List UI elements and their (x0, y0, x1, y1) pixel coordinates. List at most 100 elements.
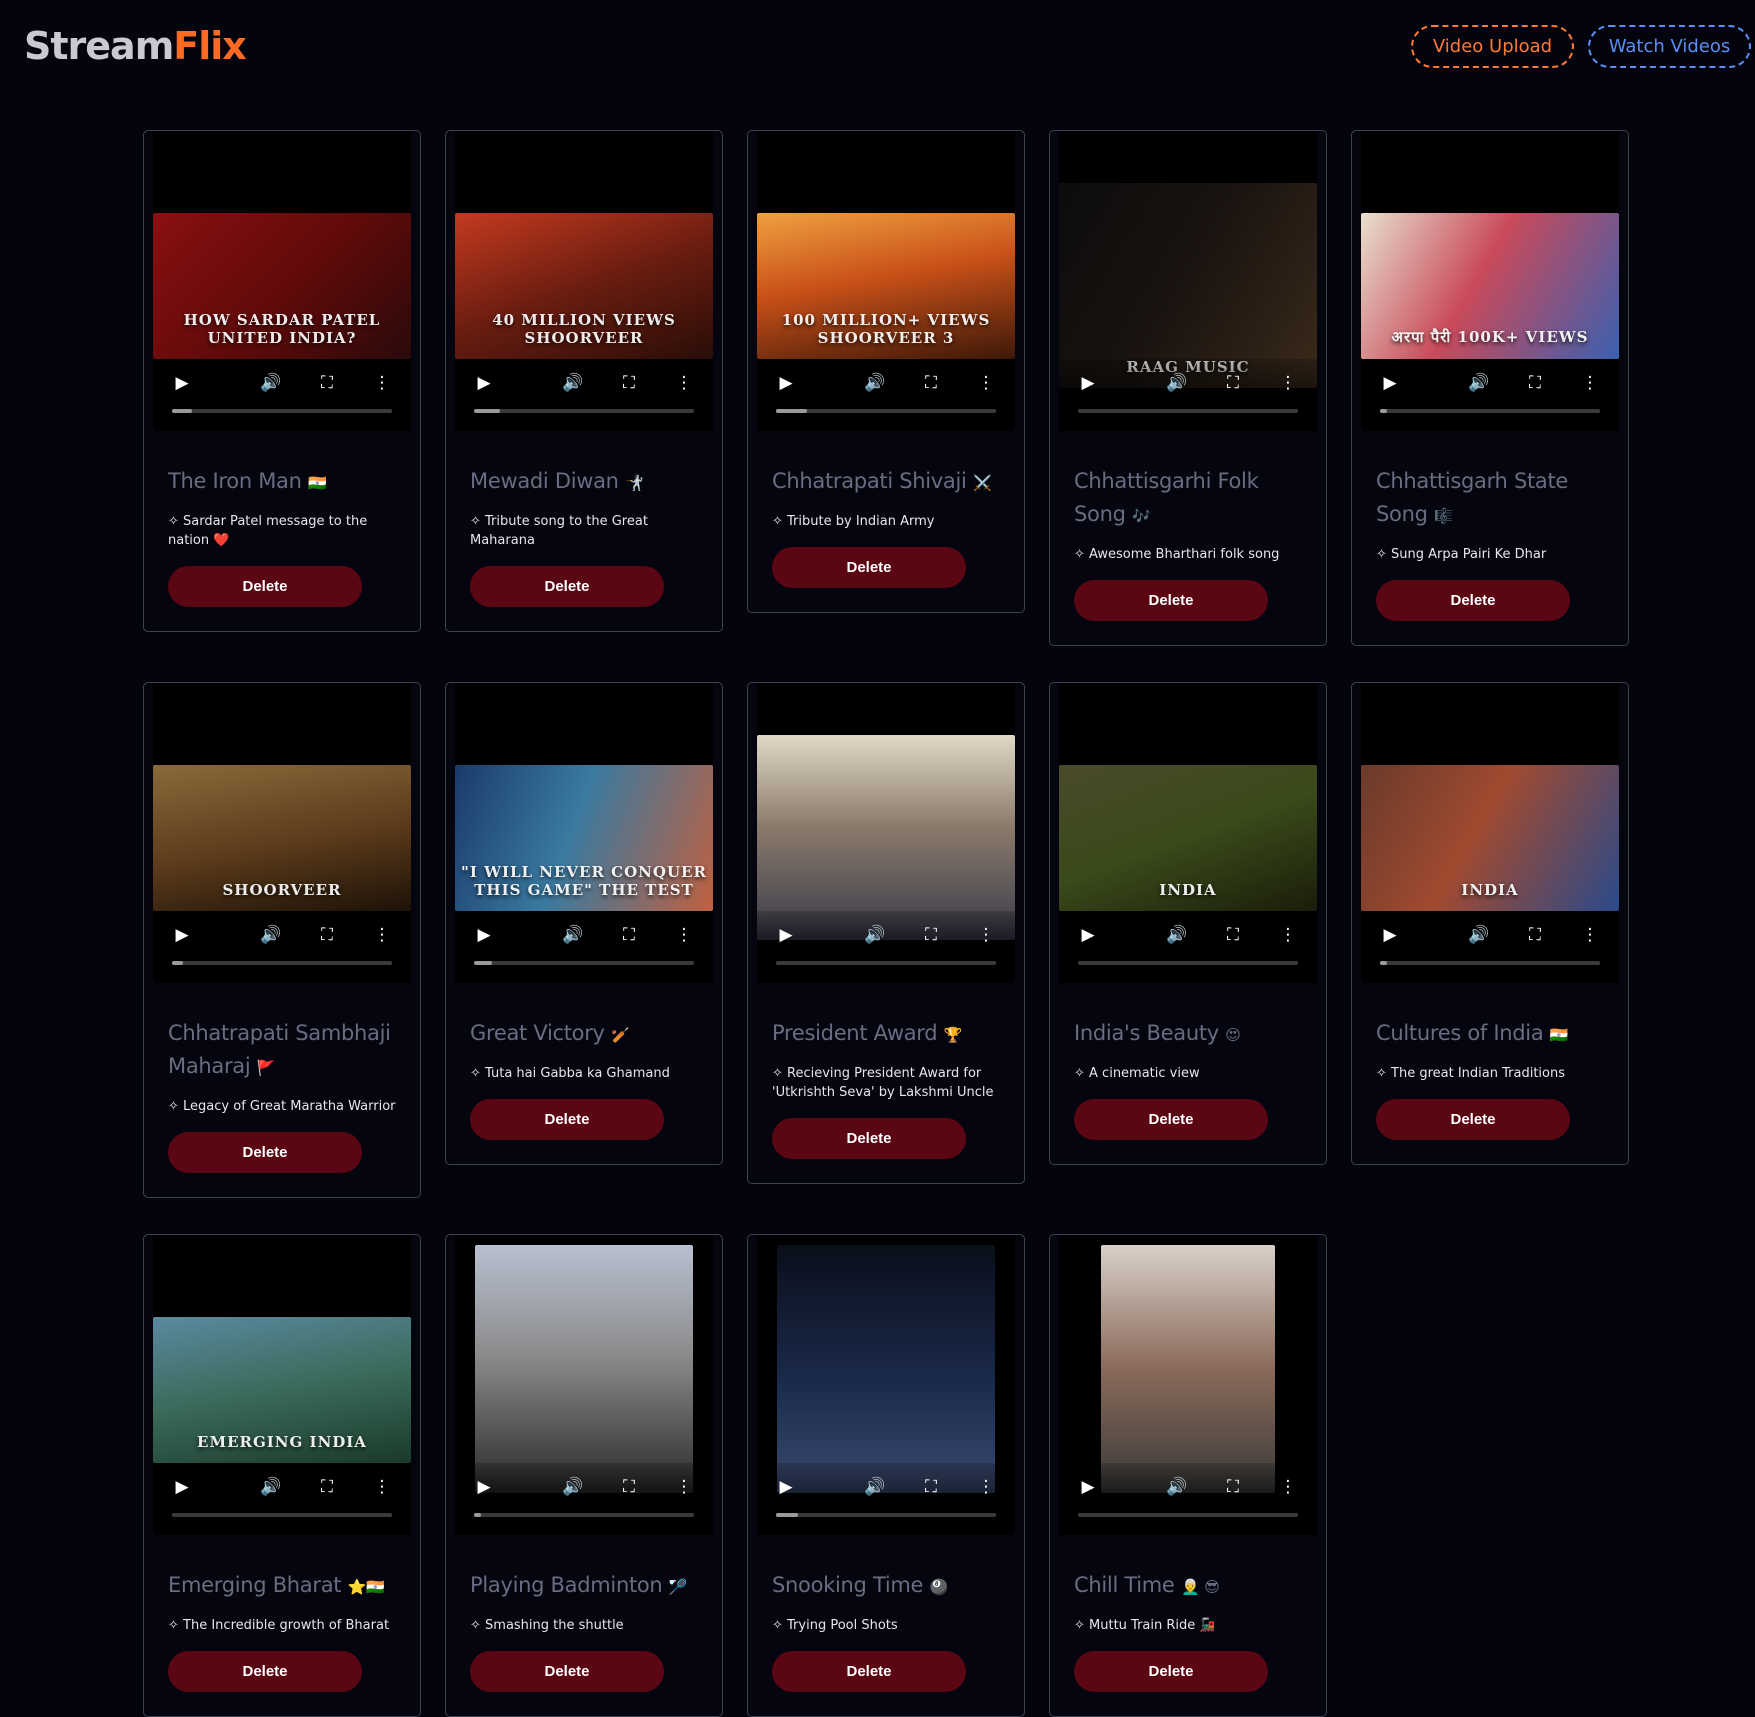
video-thumbnail[interactable] (475, 1245, 693, 1493)
delete-button[interactable]: Delete (772, 1651, 966, 1692)
video-player[interactable]: RAAG MUSIC ▶ 🔊 ⛶ ⋮ (1059, 131, 1317, 431)
video-thumbnail[interactable]: HOW SARDAR PATEL UNITED INDIA? (153, 213, 411, 359)
play-icon[interactable]: ▶ (774, 371, 798, 395)
progress-bar[interactable] (172, 1513, 392, 1517)
fullscreen-icon[interactable]: ⛶ (1221, 1475, 1245, 1499)
fullscreen-icon[interactable]: ⛶ (919, 923, 943, 947)
video-thumbnail[interactable] (757, 735, 1015, 940)
video-player[interactable]: INDIA ▶ 🔊 ⛶ ⋮ (1361, 683, 1619, 983)
video-thumbnail[interactable]: 40 MILLION VIEWS SHOORVEER (455, 213, 713, 359)
video-player[interactable]: ▶ 🔊 ⛶ ⋮ (455, 1235, 713, 1535)
video-player[interactable]: ▶ 🔊 ⛶ ⋮ (757, 683, 1015, 983)
play-icon[interactable]: ▶ (472, 1475, 496, 1499)
watch-videos-button[interactable]: Watch Videos (1588, 25, 1751, 68)
volume-icon[interactable]: 🔊 (259, 923, 283, 947)
delete-button[interactable]: Delete (1074, 580, 1268, 621)
delete-button[interactable]: Delete (1376, 580, 1570, 621)
progress-bar[interactable] (1380, 409, 1600, 413)
video-thumbnail[interactable]: INDIA (1361, 765, 1619, 911)
delete-button[interactable]: Delete (1074, 1099, 1268, 1140)
delete-button[interactable]: Delete (470, 1651, 664, 1692)
fullscreen-icon[interactable]: ⛶ (919, 371, 943, 395)
fullscreen-icon[interactable]: ⛶ (919, 1475, 943, 1499)
video-thumbnail[interactable]: अरपा पैरी 100K+ VIEWS (1361, 213, 1619, 359)
more-options-icon[interactable]: ⋮ (1578, 923, 1602, 947)
video-thumbnail[interactable]: INDIA (1059, 765, 1317, 911)
delete-button[interactable]: Delete (168, 566, 362, 607)
fullscreen-icon[interactable]: ⛶ (315, 371, 339, 395)
more-options-icon[interactable]: ⋮ (672, 923, 696, 947)
progress-bar[interactable] (776, 409, 996, 413)
fullscreen-icon[interactable]: ⛶ (315, 1475, 339, 1499)
volume-icon[interactable]: 🔊 (863, 923, 887, 947)
progress-bar[interactable] (1078, 1513, 1298, 1517)
play-icon[interactable]: ▶ (472, 923, 496, 947)
volume-icon[interactable]: 🔊 (1467, 371, 1491, 395)
video-player[interactable]: अरपा पैरी 100K+ VIEWS ▶ 🔊 ⛶ ⋮ (1361, 131, 1619, 431)
volume-icon[interactable]: 🔊 (259, 371, 283, 395)
logo[interactable]: StreamFlix (24, 24, 247, 68)
volume-icon[interactable]: 🔊 (1165, 1475, 1189, 1499)
volume-icon[interactable]: 🔊 (1467, 923, 1491, 947)
progress-bar[interactable] (474, 1513, 694, 1517)
volume-icon[interactable]: 🔊 (863, 1475, 887, 1499)
delete-button[interactable]: Delete (772, 547, 966, 588)
more-options-icon[interactable]: ⋮ (1276, 923, 1300, 947)
video-player[interactable]: ▶ 🔊 ⛶ ⋮ (1059, 1235, 1317, 1535)
fullscreen-icon[interactable]: ⛶ (1221, 371, 1245, 395)
more-options-icon[interactable]: ⋮ (370, 1475, 394, 1499)
video-thumbnail[interactable] (1101, 1245, 1275, 1493)
progress-bar[interactable] (172, 409, 392, 413)
play-icon[interactable]: ▶ (472, 371, 496, 395)
fullscreen-icon[interactable]: ⛶ (1523, 923, 1547, 947)
play-icon[interactable]: ▶ (774, 923, 798, 947)
play-icon[interactable]: ▶ (170, 1475, 194, 1499)
video-thumbnail[interactable]: EMERGING INDIA (153, 1317, 411, 1463)
delete-button[interactable]: Delete (1376, 1099, 1570, 1140)
play-icon[interactable]: ▶ (1378, 371, 1402, 395)
progress-bar[interactable] (776, 961, 996, 965)
delete-button[interactable]: Delete (168, 1651, 362, 1692)
play-icon[interactable]: ▶ (1076, 1475, 1100, 1499)
play-icon[interactable]: ▶ (170, 923, 194, 947)
video-player[interactable]: ▶ 🔊 ⛶ ⋮ (757, 1235, 1015, 1535)
play-icon[interactable]: ▶ (774, 1475, 798, 1499)
volume-icon[interactable]: 🔊 (561, 371, 585, 395)
fullscreen-icon[interactable]: ⛶ (617, 1475, 641, 1499)
fullscreen-icon[interactable]: ⛶ (315, 923, 339, 947)
video-player[interactable]: EMERGING INDIA ▶ 🔊 ⛶ ⋮ (153, 1235, 411, 1535)
progress-bar[interactable] (776, 1513, 996, 1517)
fullscreen-icon[interactable]: ⛶ (1221, 923, 1245, 947)
progress-bar[interactable] (1078, 961, 1298, 965)
video-player[interactable]: "I WILL NEVER CONQUER THIS GAME" THE TES… (455, 683, 713, 983)
volume-icon[interactable]: 🔊 (1165, 371, 1189, 395)
video-player[interactable]: INDIA ▶ 🔊 ⛶ ⋮ (1059, 683, 1317, 983)
volume-icon[interactable]: 🔊 (863, 371, 887, 395)
video-player[interactable]: SHOORVEER ▶ 🔊 ⛶ ⋮ (153, 683, 411, 983)
delete-button[interactable]: Delete (168, 1132, 362, 1173)
play-icon[interactable]: ▶ (170, 371, 194, 395)
progress-bar[interactable] (474, 409, 694, 413)
progress-bar[interactable] (1380, 961, 1600, 965)
volume-icon[interactable]: 🔊 (561, 1475, 585, 1499)
video-thumbnail[interactable]: "I WILL NEVER CONQUER THIS GAME" THE TES… (455, 765, 713, 911)
delete-button[interactable]: Delete (470, 1099, 664, 1140)
video-player[interactable]: 100 MILLION+ VIEWS SHOORVEER 3 ▶ 🔊 ⛶ ⋮ (757, 131, 1015, 431)
progress-bar[interactable] (172, 961, 392, 965)
video-thumbnail[interactable]: RAAG MUSIC (1059, 183, 1317, 388)
volume-icon[interactable]: 🔊 (561, 923, 585, 947)
play-icon[interactable]: ▶ (1378, 923, 1402, 947)
play-icon[interactable]: ▶ (1076, 923, 1100, 947)
video-thumbnail[interactable]: SHOORVEER (153, 765, 411, 911)
fullscreen-icon[interactable]: ⛶ (1523, 371, 1547, 395)
more-options-icon[interactable]: ⋮ (974, 371, 998, 395)
fullscreen-icon[interactable]: ⛶ (617, 371, 641, 395)
progress-bar[interactable] (1078, 409, 1298, 413)
more-options-icon[interactable]: ⋮ (1276, 371, 1300, 395)
more-options-icon[interactable]: ⋮ (672, 371, 696, 395)
more-options-icon[interactable]: ⋮ (1276, 1475, 1300, 1499)
volume-icon[interactable]: 🔊 (1165, 923, 1189, 947)
video-player[interactable]: 40 MILLION VIEWS SHOORVEER ▶ 🔊 ⛶ ⋮ (455, 131, 713, 431)
video-thumbnail[interactable]: 100 MILLION+ VIEWS SHOORVEER 3 (757, 213, 1015, 359)
video-upload-button[interactable]: Video Upload (1411, 25, 1574, 68)
